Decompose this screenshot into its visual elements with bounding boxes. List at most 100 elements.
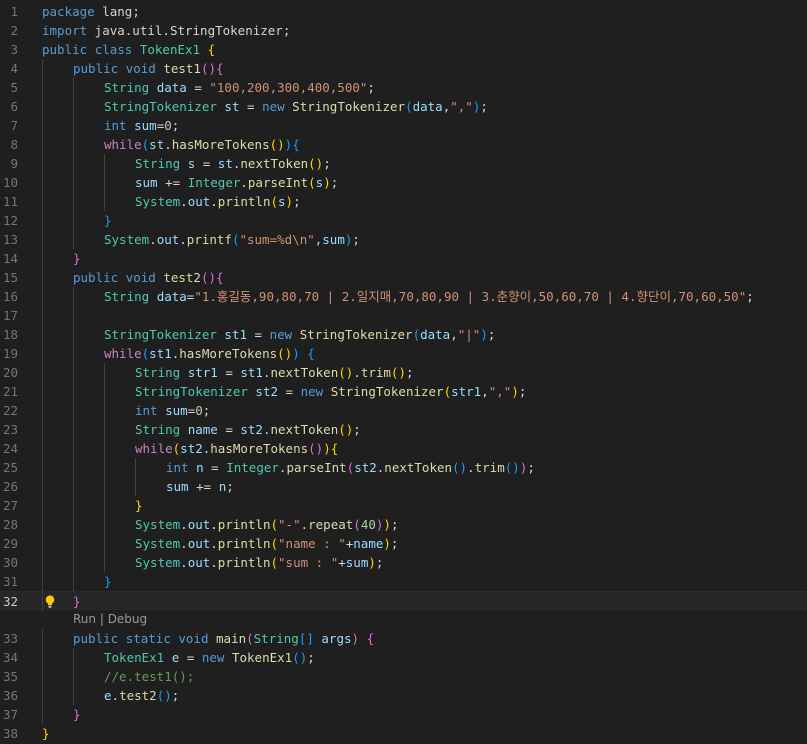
code-line[interactable]: 3 public class TokenEx1 { [0, 40, 807, 59]
code-token: println [217, 517, 271, 532]
code-token: () [308, 441, 324, 456]
indent-guide [104, 154, 105, 173]
code-line[interactable]: 27} [0, 496, 807, 515]
code-token: String [104, 289, 150, 304]
indent-guide [73, 192, 74, 211]
code-line[interactable]: 15 public void test2(){ [0, 268, 807, 287]
code-line[interactable]: 17 [0, 306, 807, 325]
codelens-debug-link[interactable]: Debug [108, 612, 147, 626]
indent-guide [42, 496, 43, 515]
code-token: args [321, 631, 352, 646]
code-token: println [217, 194, 271, 209]
code-token: = [217, 365, 241, 380]
indent-guide [104, 439, 105, 458]
indent-guide [42, 477, 43, 496]
code-token: ) [323, 441, 331, 456]
code-line[interactable]: 12} [0, 211, 807, 230]
code-line[interactable]: 32} [0, 591, 807, 611]
indent-guide [42, 97, 43, 116]
code-token: public [73, 61, 119, 76]
code-token: Integer [226, 460, 279, 475]
code-line[interactable]: 18 StringTokenizer st1 = new StringTokeni… [0, 325, 807, 344]
code-line[interactable]: 2 import java.util.StringTokenizer; [0, 21, 807, 40]
code-token: class [94, 42, 133, 57]
indent-guide [135, 477, 136, 496]
code-line[interactable]: 25 int n = Integer.parseInt(st2.nextToken… [0, 458, 807, 477]
line-number: 37 [2, 707, 18, 722]
code-token: out [187, 536, 211, 551]
code-line[interactable]: 29 System.out.println("name : "+name); [0, 534, 807, 553]
code-line[interactable]: 13 System.out.printf("sum=%d\n",sum); [0, 230, 807, 249]
code-token: String [135, 422, 181, 437]
code-token: StringTokenizer [104, 99, 217, 114]
line-number: 29 [2, 536, 18, 551]
code-token: StringTokenizer [104, 327, 217, 342]
code-token: ( [308, 175, 316, 190]
code-token: () [200, 61, 217, 76]
code-token: () [338, 422, 354, 437]
indent-guide [42, 705, 43, 724]
code-line[interactable]: 19 while(st1.hasMoreTokens()) { [0, 344, 807, 363]
code-token: st2 [180, 441, 203, 456]
indent-guide [42, 572, 43, 591]
code-line[interactable]: 6 StringTokenizer st = new StringTokenize… [0, 97, 807, 116]
code-line[interactable]: 7 int sum=0; [0, 116, 807, 135]
code-line[interactable]: 24 while(st2.hasMoreTokens()){ [0, 439, 807, 458]
code-line[interactable]: 26 sum += n; [0, 477, 807, 496]
code-token: System [135, 194, 181, 209]
code-token: } [73, 707, 81, 722]
code-token: [] [298, 631, 314, 646]
indent-guide [42, 344, 43, 363]
code-line[interactable]: 5 String data = "100,200,300,400,500"; [0, 78, 807, 97]
code-token: { [330, 441, 339, 456]
code-text: while(st.hasMoreTokens()){ [104, 135, 300, 154]
code-line[interactable]: 22 int sum=0; [0, 401, 807, 420]
code-line[interactable]: 14} [0, 249, 807, 268]
code-token: () [504, 460, 520, 475]
code-line[interactable]: 23 String name = st2.nextToken(); [0, 420, 807, 439]
code-line[interactable]: 38} [0, 724, 807, 743]
code-line[interactable]: 30 System.out.println("sum : "+sum); [0, 553, 807, 572]
lightbulb-icon[interactable] [44, 595, 56, 608]
code-line[interactable]: 35 //e.test1(); [0, 667, 807, 686]
code-line[interactable]: 34 TokenEx1 e = new TokenEx1(); [0, 648, 807, 667]
code-line[interactable]: 8 while(st.hasMoreTokens()){ [0, 135, 807, 154]
indent-guide [42, 458, 43, 477]
code-token: ; [171, 118, 180, 133]
code-token: () [390, 365, 406, 380]
code-line[interactable]: 1 package lang; [0, 2, 807, 21]
code-token: repeat [308, 517, 354, 532]
indent-guide [104, 534, 105, 553]
code-line[interactable]: 16 String data="1.홍길동,90,80,70 | 2.일지매,70… [0, 287, 807, 306]
code-token: System [135, 555, 181, 570]
code-text: e.test2(); [104, 686, 179, 705]
code-token: ; [293, 194, 301, 209]
code-text: //e.test1(); [104, 667, 194, 686]
code-token: ; [375, 555, 384, 570]
line-number: 34 [2, 650, 18, 665]
indent-guide [42, 154, 43, 173]
code-line[interactable]: 11 System.out.println(s); [0, 192, 807, 211]
code-line[interactable]: 37} [0, 705, 807, 724]
code-token: += [188, 479, 219, 494]
line-number: 11 [2, 194, 18, 209]
code-editor[interactable]: 1 package lang; 2 import java.util.StringTo… [0, 0, 807, 744]
code-text: StringTokenizer st2 = new StringTokenize… [135, 382, 526, 401]
code-token: ; [323, 156, 331, 171]
code-line[interactable]: 31} [0, 572, 807, 591]
indent-guide [42, 325, 43, 344]
line-number: 36 [2, 688, 18, 703]
code-line[interactable]: 10 sum += Integer.parseInt(s); [0, 173, 807, 192]
code-line[interactable]: 20 String str1 = st1.nextToken().trim(); [0, 363, 807, 382]
code-line[interactable]: 21 StringTokenizer st2 = new StringTokeni… [0, 382, 807, 401]
code-line[interactable]: 36 e.test2(); [0, 686, 807, 705]
code-line[interactable]: 28 System.out.println("-".repeat(40)); [0, 515, 807, 534]
code-token: "100,200,300,400,500" [209, 80, 368, 95]
indent-guide [42, 420, 43, 439]
code-line[interactable]: 33 public static void main(String[] args)… [0, 629, 807, 648]
codelens-run-link[interactable]: Run [73, 612, 96, 626]
code-line[interactable]: 4 public void test1(){ [0, 59, 807, 78]
code-token: data [412, 99, 443, 114]
code-line[interactable]: 9 String s = st.nextToken(); [0, 154, 807, 173]
